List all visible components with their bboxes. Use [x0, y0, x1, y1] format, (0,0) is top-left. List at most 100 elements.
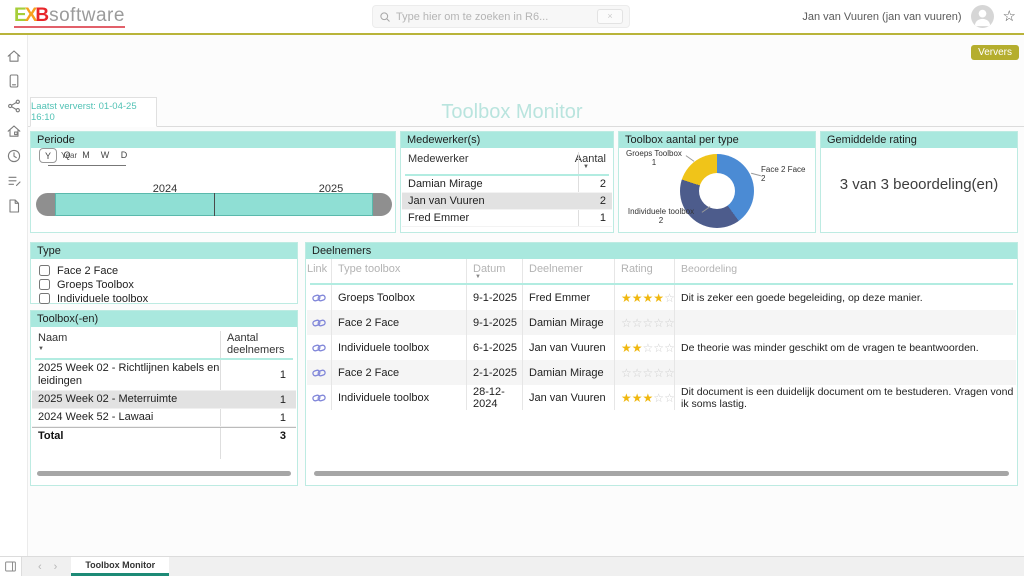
column-header-datum[interactable]: Datum▼: [467, 259, 523, 283]
type-filter-individuele-toolbox[interactable]: Individuele toolbox: [39, 292, 148, 305]
link-icon[interactable]: [312, 316, 326, 330]
deelnemer-row[interactable]: Individuele toolbox6-1-2025Jan van Vuure…: [307, 335, 1016, 360]
type-checkbox[interactable]: [39, 265, 50, 276]
type-label: Individuele toolbox: [57, 293, 148, 305]
scale-option-d[interactable]: D: [115, 150, 133, 160]
rating-stars: ★★☆☆☆: [621, 342, 675, 354]
book-icon[interactable]: [6, 73, 22, 89]
toolbox-name: 2025 Week 02 - Richtlijnen kabels en lei…: [32, 360, 248, 390]
column-header-type-toolbox[interactable]: Type toolbox: [332, 259, 467, 283]
rating-cell: ★★★☆☆: [615, 385, 675, 410]
scale-track: [48, 165, 126, 166]
scale-option-m[interactable]: M: [77, 150, 95, 160]
toolbox-row[interactable]: 2024 Week 52 - Lawaai1: [32, 409, 296, 427]
link-cell[interactable]: [307, 385, 332, 410]
link-cell[interactable]: [307, 310, 332, 335]
building-icon[interactable]: [6, 123, 22, 139]
user-name[interactable]: Jan van Vuuren (jan van vuuren): [802, 11, 961, 23]
column-header-aantal[interactable]: Aantal: [575, 153, 606, 165]
medewerker-row[interactable]: Fred Emmer1: [402, 210, 612, 227]
medewerker-row[interactable]: Damian Mirage2: [402, 176, 612, 193]
timeline-slider[interactable]: [36, 193, 392, 216]
link-cell[interactable]: [307, 285, 332, 310]
medewerker-name: Fred Emmer: [402, 212, 578, 224]
toolboxen-horizontal-scrollbar[interactable]: [37, 471, 291, 476]
tasks-icon[interactable]: [6, 173, 22, 189]
timeline-right-handle[interactable]: [373, 193, 392, 216]
link-icon[interactable]: [312, 341, 326, 355]
scale-option-y[interactable]: Y: [39, 148, 57, 163]
type-filter-face-2-face[interactable]: Face 2 Face: [39, 264, 148, 277]
toolbox-name: 2024 Week 52 - Lawaai: [32, 409, 248, 426]
column-header-link[interactable]: Link: [307, 259, 332, 283]
avatar[interactable]: [971, 5, 994, 28]
panel-toggle-button[interactable]: [0, 557, 22, 576]
column-header-rating[interactable]: Rating: [615, 259, 675, 283]
toolbox-type-cell: Groeps Toolbox: [332, 285, 467, 310]
rating-cell: ☆☆☆☆☆: [615, 310, 675, 335]
tab-next-button[interactable]: ›: [54, 561, 58, 573]
refresh-button[interactable]: Ververs: [971, 45, 1019, 60]
date-cell: 9-1-2025: [467, 310, 523, 335]
sort-desc-icon: ▼: [583, 164, 589, 170]
tab-prev-button[interactable]: ‹: [38, 561, 42, 573]
toolbox-row[interactable]: 2025 Week 02 - Richtlijnen kabels en lei…: [32, 360, 296, 391]
column-header-medewerker[interactable]: Medewerker: [408, 153, 469, 165]
deelnemers-horizontal-scrollbar[interactable]: [314, 471, 1009, 476]
global-search[interactable]: ×: [372, 5, 630, 28]
toolboxen-panel: Toolbox(-en) Naam ▼ Aantal deelnemers 20…: [30, 310, 298, 486]
link-icon[interactable]: [312, 291, 326, 305]
deelnemer-row[interactable]: Face 2 Face9-1-2025Damian Mirage☆☆☆☆☆: [307, 310, 1016, 335]
search-input[interactable]: [396, 11, 597, 23]
date-cell: 9-1-2025: [467, 285, 523, 310]
exb-logo[interactable]: EXBsoftware: [14, 5, 125, 28]
type-filter-panel: Type Face 2 FaceGroeps Toolbox Individuel…: [30, 242, 298, 304]
deelnemers-header-row: Link Type toolbox Datum▼ Deelnemer Ratin…: [307, 259, 1016, 283]
rating-stars: ☆☆☆☆☆: [621, 317, 675, 329]
document-icon[interactable]: [6, 198, 22, 214]
deelnemer-name-cell: Damian Mirage: [523, 360, 615, 385]
column-header-aantal-deelnemers[interactable]: Aantal deelnemers: [227, 332, 293, 356]
column-header-deelnemer[interactable]: Deelnemer: [523, 259, 615, 283]
link-cell[interactable]: [307, 335, 332, 360]
timeline-scale-control: YQMWD: [39, 150, 159, 176]
type-filter-groeps-toolbox[interactable]: Groeps Toolbox: [39, 278, 148, 291]
bottom-tab-bar: ‹ › Toolbox Monitor: [0, 556, 1024, 576]
toolbox-row[interactable]: 2025 Week 02 - Meterruimte1: [32, 391, 296, 409]
medewerkers-rows: Damian Mirage2Jan van Vuuren2Fred Emmer1: [402, 176, 612, 227]
app-window: EXBsoftware × Jan van Vuuren (jan van vu…: [0, 0, 1024, 576]
medewerker-row[interactable]: Jan van Vuuren2: [402, 193, 612, 210]
column-header-beoordeling[interactable]: Beoordeling: [675, 259, 1016, 283]
clock-icon[interactable]: [6, 148, 22, 164]
timeline-left-handle[interactable]: [36, 193, 55, 216]
chart-label-individuele: Individuele toolbox2: [619, 207, 703, 225]
search-clear-button[interactable]: ×: [597, 9, 623, 24]
deelnemer-row[interactable]: Face 2 Face2-1-2025Damian Mirage☆☆☆☆☆: [307, 360, 1016, 385]
periode-panel: Periode YQMWD Year 2024 2025: [30, 131, 396, 233]
deelnemer-row[interactable]: Groeps Toolbox9-1-2025Fred Emmer★★★★☆Dit…: [307, 285, 1016, 310]
panel-toggle-icon: [4, 560, 17, 573]
type-checkbox[interactable]: [39, 279, 50, 290]
type-checkbox[interactable]: [39, 293, 50, 304]
total-label: Total: [32, 428, 248, 445]
rating-panel: Gemiddelde rating 3 van 3 beoordeling(en…: [820, 131, 1018, 233]
tab-toolbox-monitor[interactable]: Toolbox Monitor: [71, 557, 169, 576]
column-header-naam[interactable]: Naam: [38, 332, 67, 344]
rating-summary: 3 van 3 beoordeling(en): [821, 176, 1017, 193]
link-icon[interactable]: [312, 366, 326, 380]
callout-line: [751, 173, 761, 177]
scale-selected-label: Year: [61, 151, 77, 160]
rating-stars: ★★★☆☆: [621, 392, 675, 404]
review-cell: De theorie was minder geschikt om de vra…: [675, 335, 1016, 360]
deelnemer-row[interactable]: Individuele toolbox28-12-2024Jan van Vuu…: [307, 385, 1016, 410]
toolbox-name: 2025 Week 02 - Meterruimte: [32, 391, 248, 408]
type-panel-title: Type: [31, 243, 297, 259]
rating-stars: ☆☆☆☆☆: [621, 367, 675, 379]
deelnemers-rows: Groeps Toolbox9-1-2025Fred Emmer★★★★☆Dit…: [307, 285, 1016, 410]
favorite-star-icon[interactable]: ☆: [1003, 9, 1016, 24]
link-icon[interactable]: [312, 391, 326, 405]
home-icon[interactable]: [6, 48, 22, 64]
scale-option-w[interactable]: W: [96, 150, 114, 160]
link-cell[interactable]: [307, 360, 332, 385]
date-cell: 2-1-2025: [467, 360, 523, 385]
